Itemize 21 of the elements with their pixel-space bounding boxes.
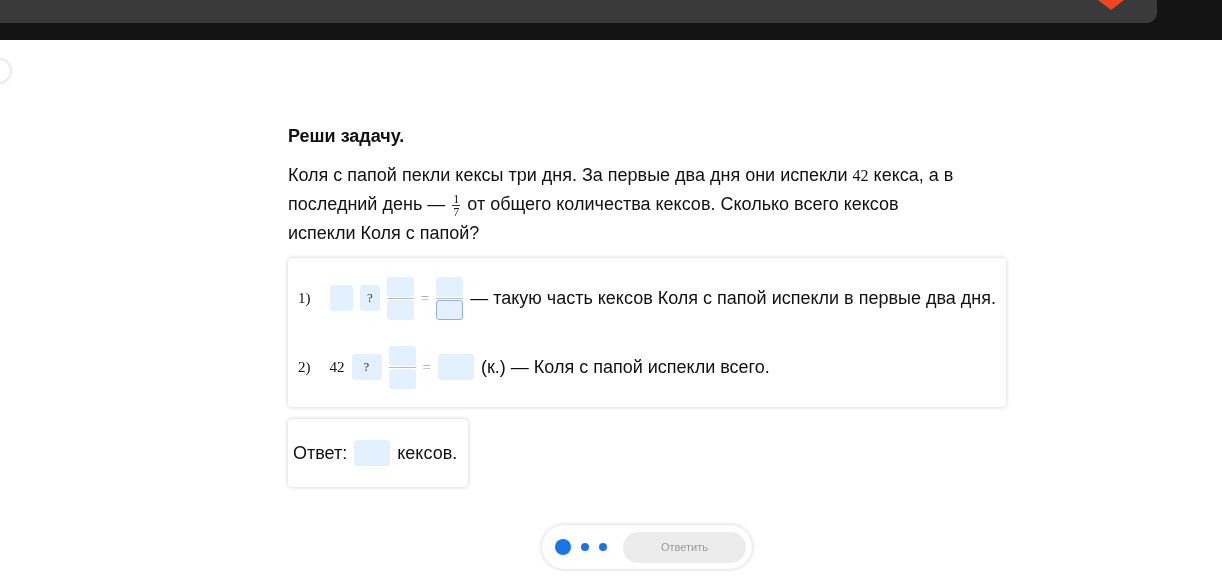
math-number: 42	[329, 357, 345, 377]
input-box[interactable]	[436, 299, 464, 320]
equals-sign: =	[420, 288, 430, 308]
input-box[interactable]	[388, 368, 416, 389]
answer-field[interactable]	[354, 440, 391, 466]
step-text: (к.) — Коля с папой испекли всего.	[480, 355, 770, 379]
step-number: 2)	[298, 357, 311, 377]
answer-unit: кексов.	[397, 441, 458, 465]
input-box[interactable]	[388, 345, 416, 366]
input-box[interactable]	[386, 299, 414, 320]
input-box[interactable]	[386, 276, 414, 297]
equals-sign: =	[422, 357, 431, 377]
step-number: 1)	[298, 288, 311, 308]
operation-select[interactable]: ?	[351, 354, 382, 380]
input-box[interactable]	[437, 354, 474, 380]
input-box[interactable]	[436, 276, 464, 297]
step-text: — такую часть кексов Коля с папой испекли в первые два дня.	[470, 286, 996, 310]
operation-select[interactable]: ?	[360, 285, 380, 311]
input-box[interactable]	[329, 285, 354, 311]
task-title: Реши задачу.	[288, 125, 406, 147]
answer-label: Ответ:	[293, 441, 348, 465]
